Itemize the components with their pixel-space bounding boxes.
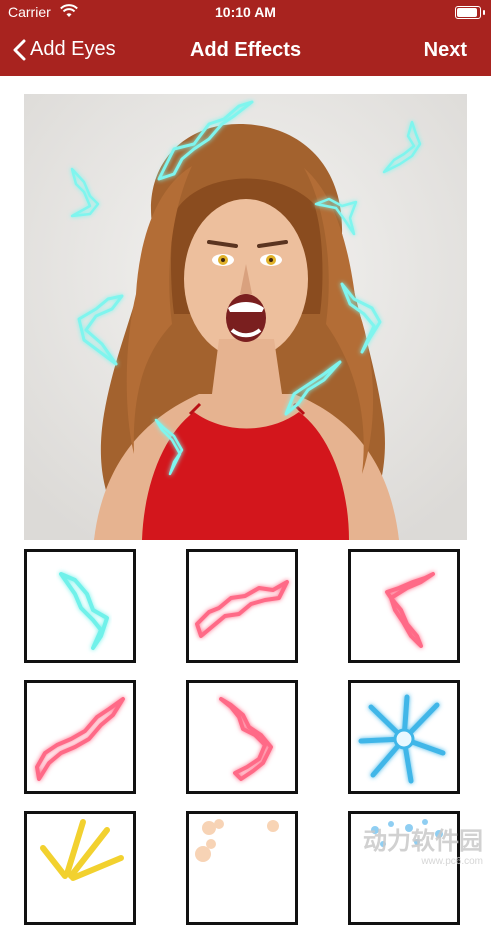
battery-icon [455,6,481,19]
effect-pink-lightning-wide-thumbnail [195,580,289,638]
effect-pink-lightning-hook-tile[interactable] [186,680,298,794]
effect-pink-lightning-hook-thumbnail [219,697,273,781]
photo-preview[interactable] [24,94,467,540]
watermark-subtext: www.pc6.com [421,856,483,867]
effect-cyan-lightning-tile[interactable] [24,549,136,663]
next-button[interactable]: Next [424,39,467,62]
effect-yellow-burst-tile[interactable] [24,811,136,925]
effect-yellow-burst-thumbnail [40,819,124,881]
effect-pink-lightning-wide-tile[interactable] [186,549,298,663]
watermark-text: 动力软件园 [363,828,483,855]
effect-blue-burst-thumbnail [358,694,446,784]
navigation-bar: Add Eyes Add Effects Next [0,26,491,76]
effect-pink-lightning-long-thumbnail [35,697,125,781]
effect-cyan-lightning-thumbnail [59,572,109,650]
effect-blue-burst-tile[interactable] [348,680,460,794]
effect-peach-smoke-thumbnail [195,819,279,862]
status-bar: Carrier 10:10 AM [0,0,491,26]
portrait-image [24,94,467,540]
effect-pink-lightning-bent-tile[interactable] [348,549,460,663]
battery-nub [483,10,485,15]
watermark: 动力软件园 www.pc6.com [363,821,483,867]
effect-peach-smoke-tile[interactable] [186,811,298,925]
effect-pink-lightning-bent-thumbnail [385,572,435,648]
effect-pink-lightning-long-tile[interactable] [24,680,136,794]
page-title: Add Effects [189,39,302,61]
status-time: 10:10 AM [215,4,276,20]
